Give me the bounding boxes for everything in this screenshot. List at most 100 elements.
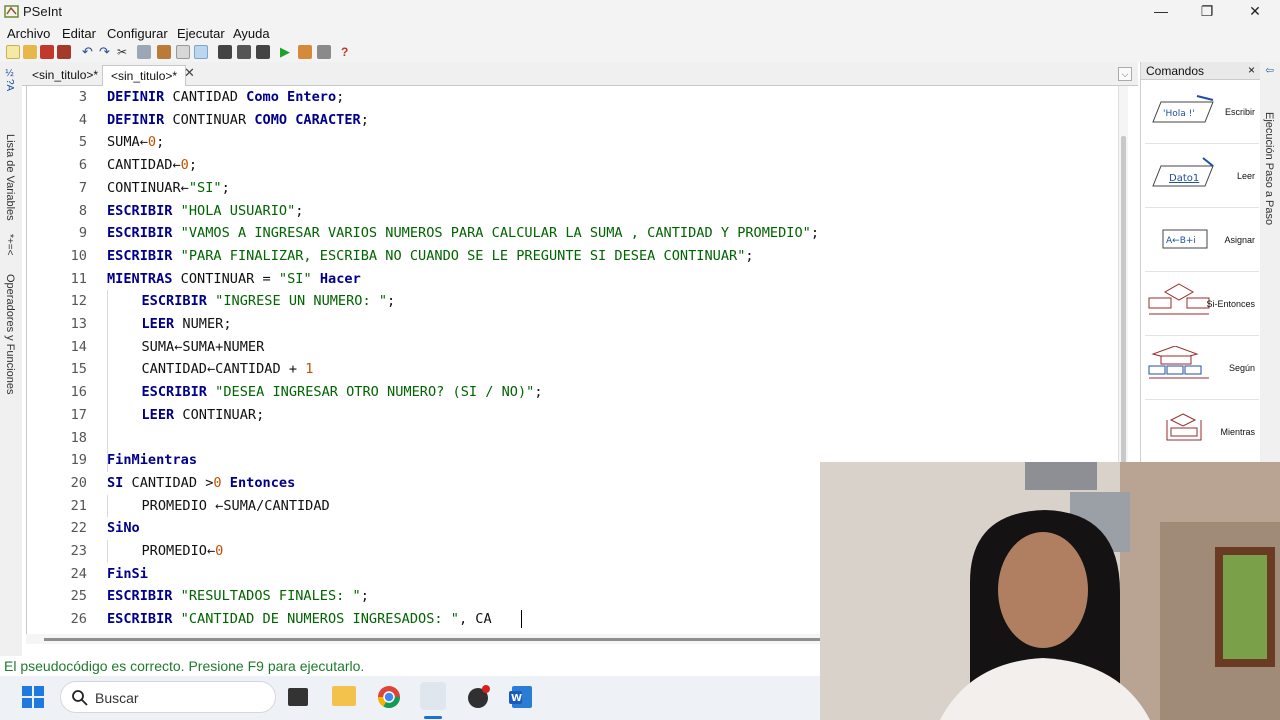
pseint-taskbar-icon[interactable] xyxy=(420,682,446,710)
code-line[interactable]: 13 LEER NUMER; xyxy=(27,313,1117,336)
obs-icon[interactable] xyxy=(466,684,492,710)
menu-configurar[interactable]: Configurar xyxy=(107,26,168,41)
open-file-icon[interactable] xyxy=(23,45,37,59)
paste-icon[interactable] xyxy=(157,45,171,59)
line-number: 17 xyxy=(70,406,87,423)
step-run-icon[interactable] xyxy=(298,45,312,59)
asignar-icon: A←B+i xyxy=(1162,229,1208,249)
code-line[interactable]: 17 LEER CONTINUAR; xyxy=(27,404,1117,427)
code-token: SUMA← xyxy=(107,134,148,151)
command-escribir[interactable]: 'Hola !' Escribir xyxy=(1145,82,1259,144)
cut-icon[interactable]: ✂ xyxy=(117,45,131,59)
indent-icon[interactable] xyxy=(176,45,190,59)
code-text: MIENTRAS CONTINUAR = "SI" Hacer xyxy=(107,268,361,291)
code-line[interactable]: 6 CANTIDAD←0; xyxy=(27,154,1117,177)
command-asignar[interactable]: A←B+i Asignar xyxy=(1145,210,1259,272)
code-line[interactable]: 11 MIENTRAS CONTINUAR = "SI" Hacer xyxy=(27,268,1117,291)
line-number: 19 xyxy=(70,452,87,469)
number-token: 0 xyxy=(180,157,189,174)
menu-archivo[interactable]: Archivo xyxy=(7,26,50,41)
format-icon[interactable] xyxy=(194,45,208,59)
close-window-button[interactable]: ✕ xyxy=(1232,0,1278,23)
operators-icon[interactable]: *+=< xyxy=(4,234,15,255)
code-line[interactable]: 14 SUMA←SUMA+NUMER xyxy=(27,336,1117,359)
redo-icon[interactable]: ↷ xyxy=(99,45,113,59)
search-icon[interactable] xyxy=(218,45,232,59)
code-text: DEFINIR CANTIDAD Como Entero; xyxy=(107,86,344,109)
code-line[interactable]: 9 ESCRIBIR "VAMOS A INGRESAR VARIOS NUMER… xyxy=(27,222,1117,245)
copy-icon[interactable] xyxy=(137,45,151,59)
task-view-icon[interactable] xyxy=(288,688,308,706)
word-icon[interactable]: W xyxy=(508,684,534,710)
variables-icon[interactable]: ½?A xyxy=(4,68,15,91)
code-line[interactable]: 10 ESCRIBIR "PARA FINALIZAR, ESCRIBA NO C… xyxy=(27,245,1117,268)
code-line[interactable]: 8 ESCRIBIR "HOLA USUARIO"; xyxy=(27,200,1117,223)
flowchart-icon[interactable] xyxy=(317,45,331,59)
undo-icon[interactable]: ↶ xyxy=(82,45,96,59)
tab-sin-titulo-1[interactable]: <sin_titulo>* xyxy=(24,65,106,86)
commands-panel-header: Comandos × xyxy=(1141,62,1261,80)
code-text: ESCRIBIR "PARA FINALIZAR, ESCRIBA NO CUA… xyxy=(107,245,754,268)
step-execution-tab[interactable]: Ejecución Paso a Paso xyxy=(1263,112,1275,225)
command-si-entonces[interactable]: Si-Entonces xyxy=(1145,274,1259,336)
new-file-icon[interactable] xyxy=(6,45,20,59)
menu-ejecutar[interactable]: Ejecutar xyxy=(177,26,225,41)
step-execution-icon[interactable]: ⇩ xyxy=(1263,66,1274,74)
help-icon[interactable]: ? xyxy=(341,45,355,59)
command-segun[interactable]: Según xyxy=(1145,338,1259,400)
tab-sin-titulo-2[interactable]: <sin_titulo>* xyxy=(102,65,187,86)
minimize-button[interactable]: — xyxy=(1138,0,1184,23)
code-line[interactable]: 7 CONTINUAR←"SI"; xyxy=(27,177,1117,200)
save-icon[interactable] xyxy=(40,45,54,59)
variables-list-tab[interactable]: Lista de Variables xyxy=(4,134,16,221)
keyword-token: ESCRIBIR xyxy=(107,611,173,628)
line-number: 23 xyxy=(70,543,87,559)
taskbar-search-box[interactable]: Buscar xyxy=(60,681,276,713)
line-number: 16 xyxy=(70,384,87,401)
find-next-icon[interactable] xyxy=(237,45,251,59)
close-tab-icon[interactable]: ✕ xyxy=(184,65,195,81)
code-text: SUMA←0; xyxy=(107,131,164,154)
status-bar: El pseudocódigo es correcto. Presione F9… xyxy=(0,656,820,676)
file-explorer-icon[interactable] xyxy=(332,686,356,706)
command-mientras[interactable]: Mientras xyxy=(1145,402,1259,464)
keyword-token: COMO CARACTER xyxy=(254,111,361,128)
close-panel-icon[interactable]: × xyxy=(1248,63,1255,77)
replace-icon[interactable] xyxy=(256,45,270,59)
chrome-icon[interactable] xyxy=(376,684,402,710)
indent-guide xyxy=(107,290,108,472)
menu-bar: Archivo Editar Configurar Ejecutar Ayuda xyxy=(0,23,1280,43)
code-line[interactable]: 12 ESCRIBIR "INGRESE UN NUMERO: "; xyxy=(27,290,1117,313)
code-line[interactable]: 3 DEFINIR CANTIDAD Como Entero; xyxy=(27,86,1117,109)
windows-start-icon[interactable] xyxy=(20,684,46,710)
code-token: ; xyxy=(221,179,230,196)
command-si-entonces-label: Si-Entonces xyxy=(1206,299,1255,309)
restore-button[interactable]: ❐ xyxy=(1184,0,1230,23)
code-line[interactable]: 15 CANTIDAD←CANTIDAD + 1 xyxy=(27,358,1117,381)
operators-functions-tab[interactable]: Operadores y Funciones xyxy=(4,274,16,394)
line-number: 8 xyxy=(78,202,87,219)
line-number: 22 xyxy=(70,520,87,537)
command-leer[interactable]: Dato1 Leer xyxy=(1145,146,1259,208)
escribir-icon-text: 'Hola !' xyxy=(1163,109,1195,119)
run-icon[interactable]: ▶ xyxy=(280,45,294,59)
save-as-icon[interactable] xyxy=(57,45,71,59)
menu-editar[interactable]: Editar xyxy=(62,26,96,41)
code-line[interactable]: 18 xyxy=(27,427,1117,450)
code-line[interactable]: 5 SUMA←0; xyxy=(27,131,1117,154)
tab-list-dropdown[interactable]: ⌵ xyxy=(1118,67,1132,81)
code-text: ESCRIBIR "DESEA INGRESAR OTRO NUMERO? (S… xyxy=(142,381,543,404)
number-token: 0 xyxy=(147,134,157,151)
command-escribir-label: Escribir xyxy=(1224,107,1255,117)
wall-clock xyxy=(1025,462,1097,490)
code-line[interactable]: 16 ESCRIBIR "DESEA INGRESAR OTRO NUMERO? … xyxy=(27,381,1117,404)
code-line[interactable]: 4 DEFINIR CONTINUAR COMO CARACTER; xyxy=(27,109,1117,132)
code-token: ; xyxy=(360,588,369,605)
code-text: FinSi xyxy=(107,563,148,586)
code-token: ; xyxy=(534,384,543,401)
hscroll-thumb[interactable] xyxy=(44,638,844,641)
code-token: SUMA←SUMA+NUMER xyxy=(141,338,265,355)
menu-ayuda[interactable]: Ayuda xyxy=(233,26,270,41)
keyword-token: SI xyxy=(107,474,124,491)
code-token: , CA xyxy=(458,611,492,628)
